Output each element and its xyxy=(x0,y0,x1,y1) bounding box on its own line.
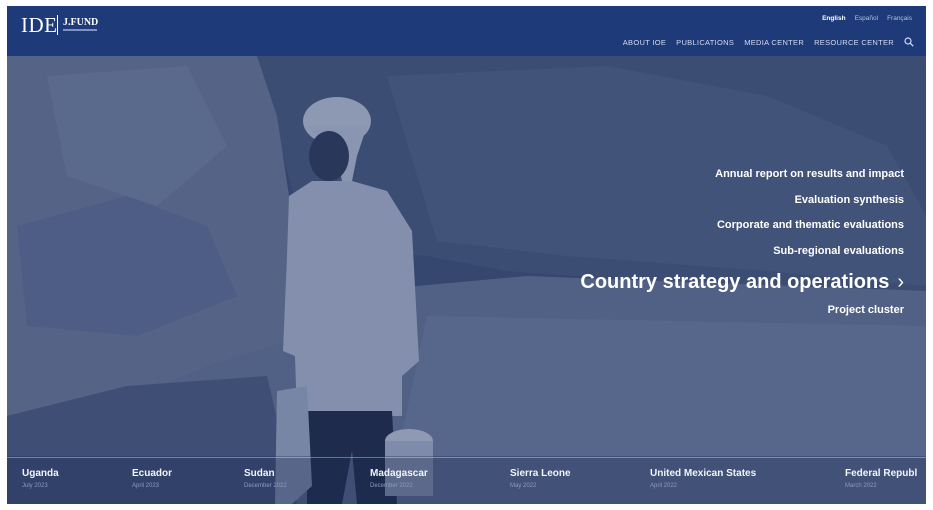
page-frame: IDE J.FUND English Español Français ABOU… xyxy=(7,6,926,504)
logo-divider xyxy=(57,15,58,35)
country-name: Sudan xyxy=(244,468,275,479)
country-item[interactable]: Madagascar December 2022 xyxy=(370,468,428,492)
country-date: March 2022 xyxy=(845,483,877,489)
menu-country-strategy[interactable]: Country strategy and operations › xyxy=(580,270,904,294)
country-name: Madagascar xyxy=(370,468,428,479)
language-switcher: English Español Français xyxy=(822,15,912,22)
menu-project-cluster[interactable]: Project cluster xyxy=(580,304,904,317)
country-name: Ecuador xyxy=(132,468,173,479)
country-date: April 2022 xyxy=(650,483,678,489)
country-item[interactable]: Uganda July 2023 xyxy=(22,468,59,492)
search-icon[interactable] xyxy=(904,37,914,47)
menu-evaluation-synthesis[interactable]: Evaluation synthesis xyxy=(580,194,904,207)
country-name: Federal Republ xyxy=(845,468,918,479)
country-date: December 2022 xyxy=(370,483,413,489)
country-date: July 2023 xyxy=(22,483,48,489)
country-date: May 2022 xyxy=(510,483,537,489)
evaluation-menu: Annual report on results and impact Eval… xyxy=(580,168,904,330)
logo-subline xyxy=(63,29,97,31)
country-item[interactable]: United Mexican States April 2022 xyxy=(650,468,756,492)
menu-country-strategy-label: Country strategy and operations xyxy=(580,271,890,293)
main-nav: ABOUT IOE PUBLICATIONS MEDIA CENTER RESO… xyxy=(623,37,914,47)
strip-divider xyxy=(7,457,926,458)
nav-resource-center[interactable]: RESOURCE CENTER xyxy=(814,38,894,47)
logo-primary: IDE xyxy=(21,13,58,37)
lang-espanol[interactable]: Español xyxy=(855,15,879,22)
menu-annual-report[interactable]: Annual report on results and impact xyxy=(580,168,904,181)
menu-corporate-thematic[interactable]: Corporate and thematic evaluations xyxy=(580,219,904,232)
nav-about[interactable]: ABOUT IOE xyxy=(623,38,666,47)
country-strip: Uganda July 2023 Ecuador April 2023 Suda… xyxy=(7,468,926,504)
country-name: Uganda xyxy=(22,468,59,479)
country-item[interactable]: Sierra Leone May 2022 xyxy=(510,468,571,492)
country-item[interactable]: Federal Republ March 2022 xyxy=(845,468,917,492)
country-name: United Mexican States xyxy=(650,468,757,479)
menu-sub-regional[interactable]: Sub-regional evaluations xyxy=(580,245,904,258)
country-date: April 2023 xyxy=(132,483,160,489)
nav-publications[interactable]: PUBLICATIONS xyxy=(676,38,734,47)
nav-media-center[interactable]: MEDIA CENTER xyxy=(744,38,804,47)
lang-english[interactable]: English xyxy=(822,15,845,22)
country-item[interactable]: Sudan December 2022 xyxy=(244,468,287,492)
logo-secondary: J.FUND xyxy=(63,17,99,28)
country-name: Sierra Leone xyxy=(510,468,571,479)
country-item[interactable]: Ecuador April 2023 xyxy=(132,468,172,492)
lang-francais[interactable]: Français xyxy=(887,15,912,22)
country-date: December 2022 xyxy=(244,483,287,489)
site-header: IDE J.FUND English Español Français ABOU… xyxy=(7,6,926,56)
chevron-right-icon: › xyxy=(897,271,904,293)
site-logo[interactable]: IDE J.FUND xyxy=(21,13,131,51)
